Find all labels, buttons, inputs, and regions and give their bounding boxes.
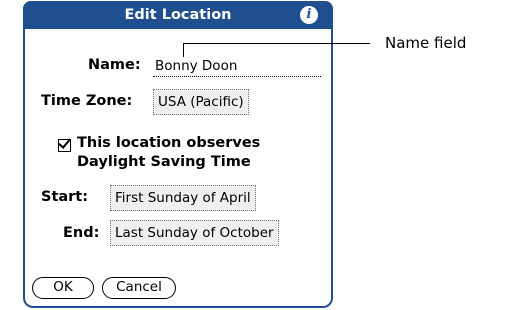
- dialog-title: Edit Location: [124, 7, 232, 23]
- end-selector[interactable]: Last Sunday of October: [110, 220, 279, 246]
- callout-line: [183, 43, 370, 44]
- name-field-underline: [153, 76, 321, 77]
- info-icon[interactable]: i: [300, 6, 318, 24]
- timezone-selector[interactable]: USA (Pacific): [153, 89, 249, 115]
- timezone-label: Time Zone:: [41, 93, 133, 109]
- ok-button[interactable]: OK: [32, 277, 94, 299]
- dialog-titlebar: Edit Location i: [23, 1, 333, 29]
- start-selector[interactable]: First Sunday of April: [110, 185, 256, 211]
- dst-label-line1: This location observes: [77, 135, 261, 151]
- callout-label: Name field: [385, 34, 467, 52]
- name-field[interactable]: Bonny Doon: [155, 58, 237, 74]
- callout-pointer: [183, 43, 184, 57]
- dst-label-line2: Daylight Saving Time: [77, 154, 251, 170]
- start-label: Start:: [41, 189, 89, 205]
- edit-location-dialog: Edit Location i Name: Bonny Doon Time Zo…: [23, 1, 333, 308]
- end-label: End:: [63, 225, 100, 241]
- cancel-button[interactable]: Cancel: [102, 277, 176, 299]
- dst-checkbox[interactable]: [58, 139, 71, 152]
- name-label: Name:: [88, 57, 141, 73]
